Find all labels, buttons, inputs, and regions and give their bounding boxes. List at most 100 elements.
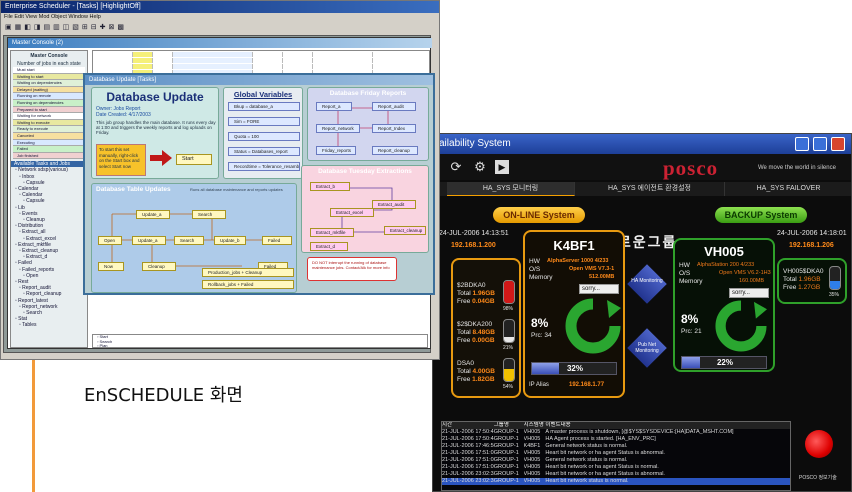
status-row[interactable]: Delayed (waiting) xyxy=(13,86,85,94)
flow-node[interactable]: Production_jobs + Cleanup xyxy=(202,268,294,277)
status-row[interactable]: Ready to execute xyxy=(13,126,85,133)
status-row[interactable]: Must start xyxy=(13,67,85,74)
flow-node[interactable]: Extract_b xyxy=(310,182,350,191)
backup-system-button[interactable]: BACKUP System xyxy=(715,207,807,223)
global-variables-card: Global Variables Bkup = database_a Sim = … xyxy=(223,87,303,179)
minimize-icon[interactable] xyxy=(795,137,809,151)
flow-node[interactable]: Report_a xyxy=(316,102,352,111)
process-count: Prc: 34 xyxy=(531,332,552,339)
maximize-icon[interactable] xyxy=(813,137,827,151)
task-tree[interactable]: ▫ Network sdsp(various) ▫ Inbox ▫ Capsule ▫… xyxy=(11,167,87,328)
status-row[interactable]: Running on dependencies xyxy=(13,99,85,107)
left-timestamp: 24-JUL-2006 14:13:51 xyxy=(439,230,509,237)
disk-pct: 35% xyxy=(829,292,840,298)
flow-node[interactable]: Extract_cleanup xyxy=(384,226,426,235)
flow-node[interactable]: Search xyxy=(192,210,226,219)
flow-node[interactable]: Update_b xyxy=(214,236,246,245)
status-row[interactable]: Executing xyxy=(13,139,85,147)
table-row[interactable]: 21-JUL-2006 23:02:32 GROUP-1 VH005 Heart bi… xyxy=(442,471,790,478)
bottom-job-list[interactable]: ▫ Start▫ Search▫ Plan▫ Flow▫ Update_a▫ U… xyxy=(92,334,428,348)
table-row[interactable]: 21-JUL-2006 17:51:05 GROUP-1 VH005 General … xyxy=(442,457,790,464)
status-row[interactable]: Canceled xyxy=(13,132,85,140)
process-select[interactable]: sorry... xyxy=(579,284,619,294)
memory-label: Memory xyxy=(529,274,553,281)
ip-alias-value: 192.168.1.77 xyxy=(569,382,605,388)
table-cell: GROUP-1 xyxy=(493,450,519,456)
tab-monitoring[interactable]: HA_SYS 모니터링 xyxy=(447,182,575,196)
flow-node[interactable]: Open xyxy=(98,236,122,245)
hw-value: AlphaServer 1000 4/233 xyxy=(547,258,609,264)
flow-node[interactable]: Report_network xyxy=(316,124,360,133)
grid-row[interactable] xyxy=(93,58,429,63)
table-row[interactable]: 21-JUL-2006 17:50:48 GROUP-1 VH005 HA Agent… xyxy=(442,436,790,443)
table-row[interactable]: 21-JUL-2006 17:51:09 GROUP-1 VH005 Heart bi… xyxy=(442,464,790,471)
console-title: Master Console (2) xyxy=(8,38,432,48)
table-row[interactable]: 21-JUL-2006 17:51:05 GROUP-1 VH005 Heart bi… xyxy=(442,450,790,457)
table-cell: 21-JUL-2006 17:51:05 xyxy=(442,450,494,456)
disk-free: Free 1.27GB xyxy=(783,284,821,291)
ha-monitoring-indicator[interactable] xyxy=(627,264,667,304)
flow-node[interactable]: Cleanup xyxy=(142,262,176,271)
table-cell: GROUP-1 xyxy=(493,457,519,463)
flow-node[interactable]: Extract_audit xyxy=(372,200,416,209)
table-cell: 21-JUL-2006 17:50:47 xyxy=(442,429,494,435)
flow-node[interactable]: Now xyxy=(98,262,124,271)
flow-node[interactable]: Report_audit xyxy=(372,102,416,111)
status-row[interactable]: Prepared to start xyxy=(13,106,85,114)
flow-node[interactable]: Report_cleanup xyxy=(372,146,418,155)
process-select[interactable]: sorry... xyxy=(729,288,769,298)
memory-value: 160.00MB xyxy=(739,278,765,284)
table-row[interactable]: 21-JUL-2006 17:50:47 GROUP-1 VH005 A master… xyxy=(442,429,790,436)
close-icon[interactable] xyxy=(831,137,845,151)
status-row[interactable]: Waiting on dependencies xyxy=(13,80,85,87)
du-description: This job group handles the main database… xyxy=(96,120,216,135)
disk-cylinder xyxy=(503,319,515,343)
menu-bar[interactable]: File Edit View Mod Object Window Help xyxy=(1,13,439,22)
os-label: O/S xyxy=(529,266,541,273)
flow-node[interactable]: Friday_reports xyxy=(316,146,356,155)
variable-node[interactable]: Status = Databases_report xyxy=(228,147,300,156)
table-row[interactable]: 21-JUL-2006 17:46:50 GROUP-1 K4BF1 General … xyxy=(442,443,790,450)
event-log-table[interactable]: 시간 그룹명 시스템명 이벤트내용 21-JUL-2006 17:50:47 GROUP… xyxy=(441,421,791,491)
grid-row[interactable] xyxy=(93,52,429,57)
variable-node[interactable]: Quota = 100 xyxy=(228,132,300,141)
table-cell: VH005 xyxy=(523,436,541,442)
flow-node[interactable]: Extract_mktfile xyxy=(310,228,354,237)
run-icon[interactable]: ▶ xyxy=(495,160,509,174)
variable-node[interactable]: Sim = FORE xyxy=(228,117,300,126)
alarm-light-icon xyxy=(805,430,833,458)
status-row[interactable]: Running on remote xyxy=(13,93,85,100)
status-row[interactable]: Failed xyxy=(13,146,85,153)
status-row[interactable]: Waiting to start xyxy=(13,73,85,81)
variable-node[interactable]: Recordtime = Tolerance_resamble xyxy=(228,162,300,171)
flow-node[interactable]: Extract_d xyxy=(310,242,348,251)
status-row[interactable]: Job finished xyxy=(13,152,85,160)
hw-label: HW xyxy=(529,258,540,265)
flow-node[interactable]: Rollback_jobs + Failed xyxy=(202,280,294,289)
refresh-icon[interactable]: ⟳ xyxy=(447,158,465,176)
flow-node[interactable]: Extract_excel xyxy=(330,208,374,217)
memory-label: Memory xyxy=(679,278,703,285)
flow-node[interactable]: Update_a xyxy=(132,236,166,245)
grid-row[interactable] xyxy=(93,64,429,69)
tab-failover[interactable]: HA_SYS FAILOVER xyxy=(725,182,851,196)
flow-node[interactable]: Failed xyxy=(262,236,292,245)
status-row[interactable]: Waiting to execute xyxy=(13,119,85,127)
table-row[interactable]: 21-JUL-2006 23:02:35 GROUP-1 VH005 Heart bi… xyxy=(442,478,790,485)
table-cell: A master process is shutdown, [@$YS$SYSD… xyxy=(545,429,734,435)
online-system-button[interactable]: ON-LINE System xyxy=(493,207,585,223)
settings-icon[interactable]: ⚙ xyxy=(471,158,489,176)
flow-node[interactable]: Update_a xyxy=(136,210,170,219)
status-row[interactable]: Waiting for network xyxy=(13,113,85,120)
flow-node[interactable]: Report_Index xyxy=(372,124,416,133)
tree-item[interactable]: ▫ Tables xyxy=(11,322,87,328)
start-node[interactable]: Start xyxy=(176,154,212,165)
flow-node[interactable]: Search xyxy=(174,236,204,245)
toolbar-icons[interactable]: ▣▦◧◨▤▥◫▧⊞⊟✚⊠▩ xyxy=(5,24,127,31)
pubnet-monitoring-label: Pub Net Monitoring xyxy=(635,342,659,354)
disk-total: Total 4.00GB xyxy=(457,368,495,375)
variable-node[interactable]: Bkup = database_a xyxy=(228,102,300,111)
tab-agent-config[interactable]: HA_SYS 에이전트 환경설정 xyxy=(575,182,725,196)
list-item[interactable]: ▫ Plan xyxy=(97,343,427,347)
tuesday-extractions-card: Database Tuesday Extractions Extract_b Ex… xyxy=(301,165,429,253)
